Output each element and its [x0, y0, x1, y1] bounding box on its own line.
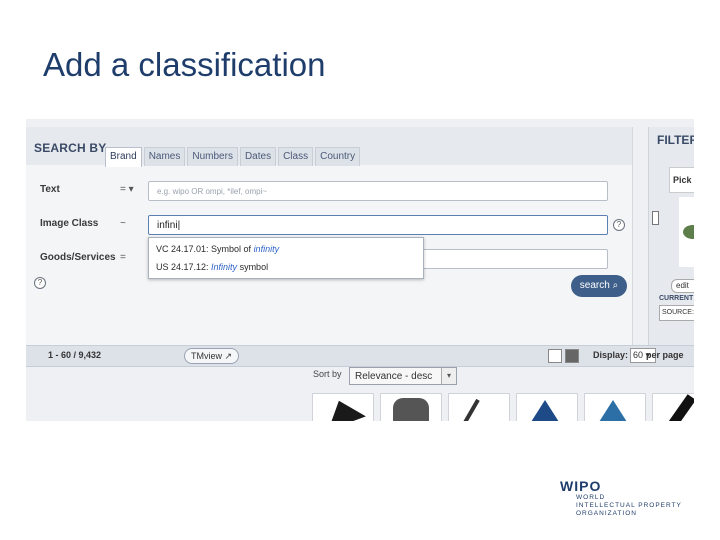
mark-image [462, 398, 480, 421]
per-page-label: per page [646, 350, 684, 360]
logo-mark: WIPO [560, 478, 602, 494]
list-view-icon[interactable] [548, 349, 562, 363]
results-thumbnails [312, 393, 694, 421]
text-input[interactable]: e.g. wipo OR ompi, *ilef, ompi~ [148, 181, 608, 201]
logo-line: WORLD [576, 494, 606, 501]
result-thumbnail[interactable] [312, 393, 374, 421]
suggestion-item[interactable]: VC 24.17.01: Symbol of infinity [156, 244, 279, 254]
image-class-help-icon[interactable]: ? [613, 219, 625, 231]
image-class-label: Image Class [40, 218, 99, 229]
results-bar: 1 - 60 / 9,432 TMview ↗ Display: 60 ▾ pe… [26, 345, 694, 367]
grid-view-icon[interactable] [565, 349, 579, 363]
mark-image [393, 398, 429, 421]
slide-title: Add a classification [43, 46, 326, 83]
mark-image [320, 394, 366, 421]
wipo-logo: WIPO WORLD INTELLECTUAL PROPERTY ORGANIZ… [560, 478, 682, 518]
suggestion-match: Infinity [211, 262, 238, 272]
screenshot-area: SEARCH BY Brand Names Numbers Dates Clas… [26, 119, 694, 421]
search-button[interactable]: search ⌕ [571, 275, 627, 297]
tmview-button[interactable]: TMview ↗ [184, 348, 240, 364]
display-label: Display: [593, 350, 629, 360]
suggestion-prefix: US 24.17.12: [156, 262, 212, 272]
search-tabs: Brand Names Numbers Dates Class Country [105, 147, 361, 167]
tab-numbers[interactable]: Numbers [187, 147, 238, 166]
view-toggle [548, 349, 579, 363]
filter-collapse-handle[interactable] [652, 211, 659, 225]
goods-services-operator[interactable]: = [120, 252, 126, 263]
image-class-operator[interactable]: ~ [120, 218, 126, 229]
tab-country[interactable]: Country [315, 147, 361, 166]
results-count: 1 - 60 / 9,432 [48, 350, 102, 360]
logo-line: ORGANIZATION [576, 510, 637, 517]
edit-button[interactable]: edit [671, 279, 694, 293]
logo-line: INTELLECTUAL PROPERTY [576, 502, 682, 509]
suggestion-prefix: VC 24.17.01: Symbol of [156, 244, 254, 254]
tab-brand[interactable]: Brand [105, 147, 142, 167]
result-thumbnail[interactable] [516, 393, 578, 421]
mark-image [599, 400, 627, 421]
tab-names[interactable]: Names [143, 147, 186, 166]
help-icon[interactable]: ? [34, 277, 46, 289]
mark-image [668, 394, 694, 421]
sort-value: Relevance - desc [355, 371, 433, 382]
result-thumbnail[interactable] [652, 393, 694, 421]
selected-image [679, 197, 694, 267]
sort-select[interactable]: Relevance - desc ▾ [349, 367, 457, 385]
goods-services-label: Goods/Services [40, 252, 116, 263]
result-thumbnail[interactable] [584, 393, 646, 421]
image-class-input[interactable]: infini| [148, 215, 608, 235]
current-label: CURRENT [659, 295, 694, 302]
source-field: SOURCE: [659, 305, 694, 321]
suggestion-dropdown: VC 24.17.01: Symbol of infinity US 24.17… [148, 237, 424, 279]
sort-label: Sort by [313, 369, 342, 379]
text-label: Text [40, 184, 60, 195]
result-thumbnail[interactable] [448, 393, 510, 421]
search-by-heading: SEARCH BY [34, 141, 107, 155]
tab-class[interactable]: Class [278, 147, 314, 166]
filter-panel: FILTER Pick a edit CURRENT SOURCE: [648, 127, 694, 347]
text-operator[interactable]: = ▾ [120, 184, 134, 195]
pick-image-button[interactable]: Pick a [669, 167, 694, 193]
search-panel: SEARCH BY Brand Names Numbers Dates Clas… [26, 127, 633, 347]
filter-heading: FILTER [657, 133, 694, 147]
image-preview-shape [683, 225, 694, 239]
suggestion-item[interactable]: US 24.17.12: Infinity symbol [156, 262, 268, 272]
chevron-down-icon: ▾ [441, 368, 456, 384]
suggestion-suffix: symbol [237, 262, 269, 272]
suggestion-match: infinity [253, 244, 280, 254]
result-thumbnail[interactable] [380, 393, 442, 421]
mark-image [531, 400, 559, 421]
tab-dates[interactable]: Dates [239, 147, 277, 166]
